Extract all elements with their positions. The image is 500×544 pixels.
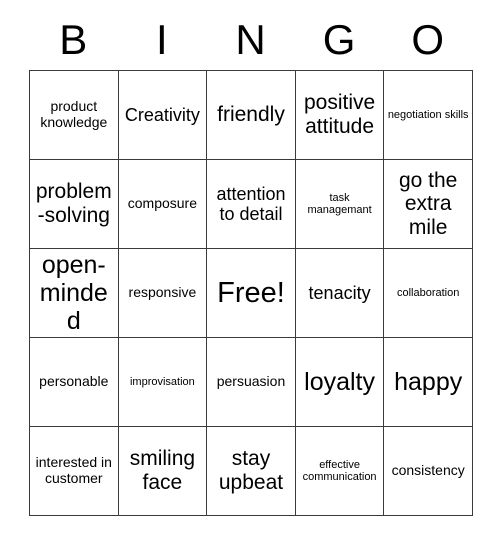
bingo-cell-label: friendly [217,103,285,127]
bingo-cell-label: task managemant [307,191,372,216]
bingo-cell-label: go the extra mile [398,168,458,239]
bingo-cell-label: effective communication [302,458,377,483]
bingo-cell[interactable]: product knowledge [29,70,119,160]
bingo-cell[interactable]: problem-solving [29,159,119,249]
bingo-cell[interactable]: tenacity [294,248,385,338]
bingo-cell-label: Creativity [124,104,200,125]
bingo-cell[interactable]: stay upbeat [206,426,296,516]
bingo-row: interested in customer smiling face stay… [29,426,473,516]
header-letter-g: G [322,16,356,63]
bingo-grid: product knowledge Creativity friendly po… [29,70,473,516]
bingo-cell-label: stay upbeat [218,447,284,494]
bingo-cell-label: collaboration [396,286,460,299]
bingo-row: open-minded responsive Free! tenacity co… [29,248,473,338]
bingo-row: personable improvisation persuasion loya… [29,337,473,427]
bingo-cell[interactable]: composure [117,159,208,249]
bingo-cell-label: tenacity [308,282,371,303]
bingo-cell[interactable]: loyalty [294,337,385,427]
bingo-cell-label: improvisation [129,375,195,388]
bingo-cell-label: happy [394,368,463,396]
bingo-card: B I N G O product knowledge Creativity f… [29,10,473,516]
bingo-cell[interactable]: negotiation skills [383,70,473,160]
bingo-cell[interactable]: responsive [117,248,208,338]
bingo-row: problem-solving composure attention to d… [29,159,473,249]
header-letter-b: B [59,16,88,63]
bingo-cell[interactable]: persuasion [206,337,296,427]
header-letter-i: I [156,16,168,63]
bingo-cell[interactable]: personable [29,337,119,427]
bingo-cell[interactable]: happy [383,337,473,427]
bingo-cell[interactable]: open-minded [29,248,119,338]
bingo-cell-label: attention to detail [216,183,286,224]
bingo-cell[interactable]: interested in customer [29,426,119,516]
bingo-row: product knowledge Creativity friendly po… [29,70,473,160]
bingo-cell-label: interested in customer [35,454,112,486]
bingo-cell[interactable]: positive attitude [294,70,385,160]
bingo-cell-label: loyalty [304,368,376,396]
bingo-cell[interactable]: effective communication [294,426,385,516]
header-letter-o: O [411,16,444,63]
bingo-cell[interactable]: collaboration [383,248,473,338]
bingo-cell-label: open-minded [39,251,108,335]
bingo-cell-label: negotiation skills [387,108,469,121]
bingo-cell-label: responsive [128,284,197,301]
bingo-cell-label: personable [39,373,109,390]
bingo-cell[interactable]: friendly [206,70,296,160]
bingo-cell-free[interactable]: Free! [206,248,296,338]
bingo-cell-label: problem-solving [35,180,112,227]
bingo-cell-label: consistency [391,462,465,479]
bingo-cell-label: smiling face [129,447,196,494]
bingo-cell[interactable]: smiling face [117,426,208,516]
bingo-cell[interactable]: improvisation [117,337,208,427]
bingo-cell-label: positive attitude [303,91,376,138]
bingo-header: B I N G O [29,10,472,70]
bingo-cell[interactable]: consistency [383,426,473,516]
bingo-cell[interactable]: attention to detail [206,159,296,249]
bingo-cell-label: Free! [217,276,285,309]
bingo-cell-label: persuasion [216,373,286,390]
bingo-cell[interactable]: go the extra mile [383,159,473,249]
bingo-cell-label: composure [127,195,198,212]
bingo-cell[interactable]: Creativity [117,70,208,160]
bingo-cell[interactable]: task managemant [294,159,385,249]
bingo-cell-label: product knowledge [40,98,108,130]
header-letter-n: N [235,16,266,63]
